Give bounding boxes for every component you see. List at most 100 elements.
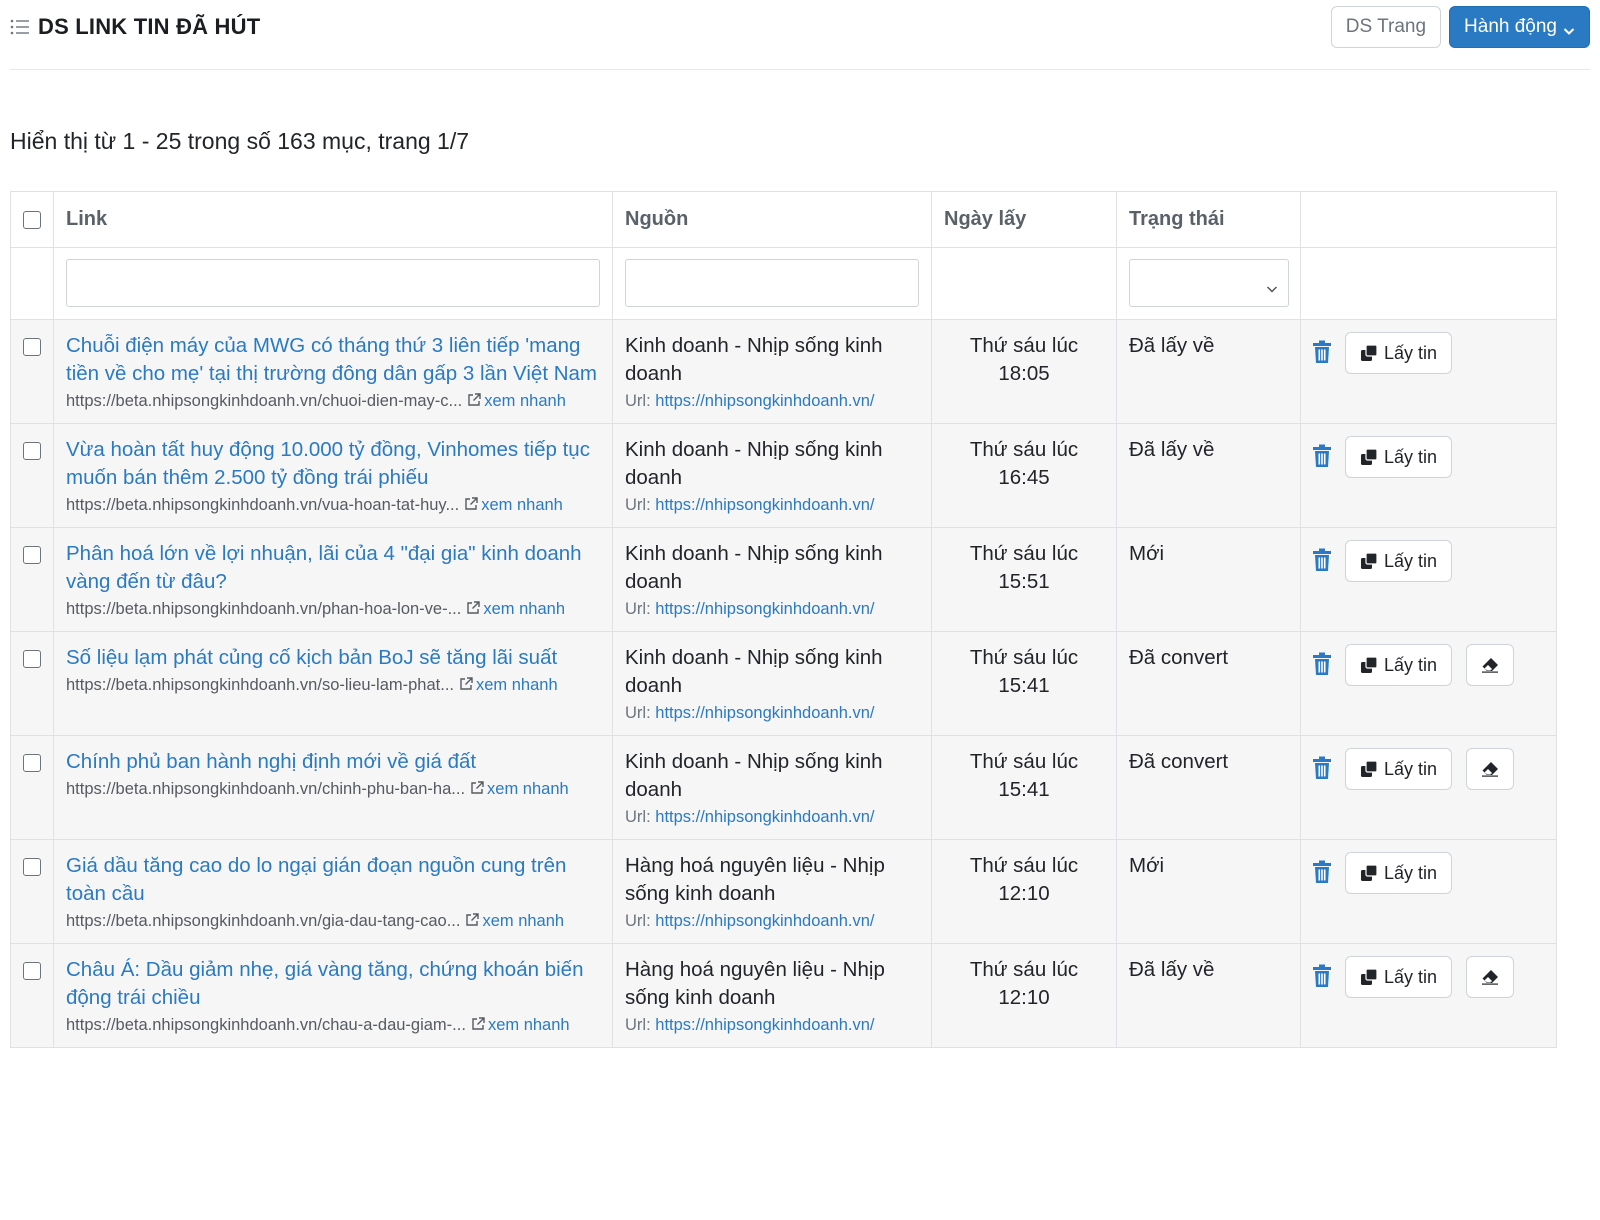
trash-icon[interactable]: [1311, 652, 1333, 676]
source-url-link[interactable]: https://nhipsongkinhdoanh.vn/: [655, 704, 874, 722]
trash-icon[interactable]: [1311, 860, 1333, 884]
date-cell: Thứ sáu lúc 15:51: [931, 527, 1117, 632]
row-actions: Lấy tin: [1301, 424, 1556, 478]
filter-row: [10, 247, 1557, 320]
row-checkbox[interactable]: [23, 546, 41, 564]
source-url-link[interactable]: https://nhipsongkinhdoanh.vn/: [655, 1016, 874, 1034]
page: DS LINK TIN ĐÃ HÚT DS Trang Hành động Hi…: [0, 0, 1600, 1220]
link-cell: Chuỗi điện máy của MWG có tháng thứ 3 li…: [53, 319, 613, 424]
row-checkbox[interactable]: [23, 650, 41, 668]
trash-icon[interactable]: [1311, 340, 1333, 364]
link-cell: Châu Á: Dầu giảm nhẹ, giá vàng tăng, chứ…: [53, 943, 613, 1048]
article-title-link[interactable]: Phân hoá lớn về lợi nhuận, lãi của 4 "đạ…: [66, 540, 600, 596]
link-cell: Phân hoá lớn về lợi nhuận, lãi của 4 "đạ…: [53, 527, 613, 632]
filter-cell-date: [931, 247, 1117, 320]
source-url-link[interactable]: https://nhipsongkinhdoanh.vn/: [655, 392, 874, 410]
ds-trang-button[interactable]: DS Trang: [1330, 6, 1442, 48]
actions-cell: Lấy tin: [1300, 839, 1557, 944]
row-select-cell: [10, 839, 54, 944]
external-link-icon[interactable]: [465, 599, 481, 615]
quick-view-link[interactable]: xem nhanh: [487, 780, 569, 798]
fetch-button-label: Lấy tin: [1384, 446, 1438, 467]
date-cell: Thứ sáu lúc 18:05: [931, 319, 1117, 424]
table-row: Phân hoá lớn về lợi nhuận, lãi của 4 "đạ…: [10, 527, 1557, 632]
quick-view-link[interactable]: xem nhanh: [476, 676, 558, 694]
status-text: Đã convert: [1129, 646, 1229, 669]
eraser-button[interactable]: [1466, 956, 1515, 998]
article-title-link[interactable]: Chuỗi điện máy của MWG có tháng thứ 3 li…: [66, 332, 600, 388]
fetch-button[interactable]: Lấy tin: [1345, 332, 1453, 374]
row-checkbox[interactable]: [23, 858, 41, 876]
eraser-button[interactable]: [1466, 748, 1515, 790]
external-link-icon[interactable]: [464, 911, 480, 927]
trash-icon[interactable]: [1311, 548, 1333, 572]
status-cell: Đã convert: [1116, 735, 1301, 840]
source-url-link[interactable]: https://nhipsongkinhdoanh.vn/: [655, 600, 874, 618]
status-text: Mới: [1129, 542, 1165, 565]
fetch-button[interactable]: Lấy tin: [1345, 956, 1453, 998]
article-title-link[interactable]: Giá dầu tăng cao do lo ngại gián đoạn ng…: [66, 852, 600, 908]
trash-icon[interactable]: [1311, 964, 1333, 988]
article-title-link[interactable]: Châu Á: Dầu giảm nhẹ, giá vàng tăng, chứ…: [66, 956, 600, 1012]
fetch-date: Thứ sáu lúc 15:41: [932, 632, 1116, 700]
status-text: Mới: [1129, 854, 1165, 877]
quick-view-link[interactable]: xem nhanh: [488, 1016, 570, 1034]
source-url-label: Url:: [625, 1016, 651, 1034]
article-title-link[interactable]: Chính phủ ban hành nghị định mới về giá …: [66, 748, 600, 776]
copy-icon: [1360, 344, 1378, 362]
trash-icon[interactable]: [1311, 756, 1333, 780]
row-actions: Lấy tin: [1301, 320, 1556, 374]
source-url-label: Url:: [625, 392, 651, 410]
fetch-date-day: Thứ sáu lúc: [969, 438, 1079, 461]
select-all-checkbox[interactable]: [23, 210, 41, 229]
column-header-link[interactable]: Link: [53, 191, 613, 248]
article-title-link[interactable]: Vừa hoàn tất huy động 10.000 tỷ đồng, Vi…: [66, 436, 600, 492]
fetch-date-time: 15:51: [998, 570, 1050, 593]
external-link-icon[interactable]: [469, 779, 485, 795]
filter-cell-link: [53, 247, 613, 320]
source-url-link[interactable]: https://nhipsongkinhdoanh.vn/: [655, 808, 874, 826]
source-url-link[interactable]: https://nhipsongkinhdoanh.vn/: [655, 496, 874, 514]
fetch-button[interactable]: Lấy tin: [1345, 748, 1453, 790]
article-url-text: https://beta.nhipsongkinhdoanh.vn/phan-h…: [66, 600, 462, 618]
trash-icon[interactable]: [1311, 444, 1333, 468]
row-select-cell: [10, 943, 54, 1048]
source-filter-input[interactable]: [625, 259, 919, 307]
fetch-button[interactable]: Lấy tin: [1345, 540, 1453, 582]
row-checkbox[interactable]: [23, 754, 41, 772]
quick-view-link[interactable]: xem nhanh: [483, 600, 565, 618]
row-checkbox[interactable]: [23, 338, 41, 356]
fetch-button[interactable]: Lấy tin: [1345, 436, 1453, 478]
column-header-source[interactable]: Nguồn: [612, 191, 932, 248]
quick-view-link[interactable]: xem nhanh: [482, 912, 564, 930]
quick-view-link[interactable]: xem nhanh: [484, 392, 566, 410]
eraser-button[interactable]: [1466, 644, 1515, 686]
header-actions: DS Trang Hành động: [1330, 6, 1590, 48]
fetch-button[interactable]: Lấy tin: [1345, 852, 1453, 894]
chevron-down-icon: [1266, 278, 1278, 293]
quick-view-link[interactable]: xem nhanh: [481, 496, 563, 514]
fetch-button[interactable]: Lấy tin: [1345, 644, 1453, 686]
external-link-icon[interactable]: [458, 675, 474, 691]
article-title-link[interactable]: Số liệu lạm phát củng cố kịch bản BoJ sẽ…: [66, 644, 600, 672]
actions-cell: Lấy tin: [1300, 319, 1557, 424]
actions-dropdown-button[interactable]: Hành động: [1449, 6, 1590, 48]
source-name: Kinh doanh - Nhịp sống kinh doanh: [625, 750, 883, 801]
external-link-icon[interactable]: [470, 1015, 486, 1031]
source-name: Hàng hoá nguyên liệu - Nhịp sống kinh do…: [625, 854, 885, 905]
row-actions: Lấy tin: [1301, 632, 1556, 686]
column-header-status[interactable]: Trạng thái: [1116, 191, 1301, 248]
link-filter-input[interactable]: [66, 259, 600, 307]
row-actions: Lấy tin: [1301, 528, 1556, 582]
source-name: Kinh doanh - Nhịp sống kinh doanh: [625, 438, 883, 489]
status-filter-select[interactable]: [1129, 259, 1289, 307]
source-url-link[interactable]: https://nhipsongkinhdoanh.vn/: [655, 912, 874, 930]
external-link-icon[interactable]: [463, 495, 479, 511]
row-checkbox[interactable]: [23, 442, 41, 460]
column-header-date[interactable]: Ngày lấy: [931, 191, 1117, 248]
external-link-icon[interactable]: [466, 391, 482, 407]
article-url: https://beta.nhipsongkinhdoanh.vn/phan-h…: [66, 597, 600, 621]
row-checkbox[interactable]: [23, 962, 41, 980]
copy-icon: [1360, 656, 1378, 674]
table-row: Giá dầu tăng cao do lo ngại gián đoạn ng…: [10, 839, 1557, 944]
